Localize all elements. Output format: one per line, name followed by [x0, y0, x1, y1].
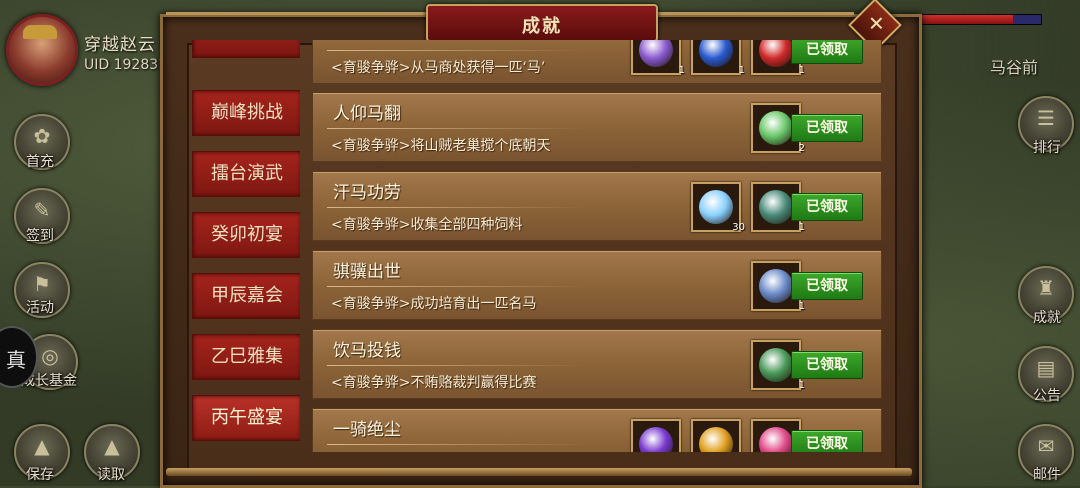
- mail-label: 邮件: [1033, 467, 1061, 483]
- panel-title: 成就: [522, 16, 562, 37]
- player-avatar[interactable]: [6, 14, 78, 86]
- tab-2[interactable]: 擂台演武: [192, 151, 300, 197]
- reward-item[interactable]: 1: [631, 40, 685, 76]
- panel-bottom-trim: [166, 468, 912, 476]
- reward-gem-icon: [759, 40, 793, 67]
- tab-3[interactable]: 癸卯初宴: [192, 212, 300, 258]
- reward-item[interactable]: [691, 419, 741, 452]
- title-divider: [327, 128, 587, 129]
- achievement-title: 骐骥出世: [333, 262, 401, 282]
- gift-icon: ✿: [33, 124, 51, 148]
- reward-item[interactable]: 30: [691, 182, 745, 233]
- reward-count: 1: [678, 65, 685, 76]
- achievement-title: 人仰马翻: [333, 104, 401, 124]
- ranking-label: 排行: [1033, 140, 1061, 156]
- tab-1[interactable]: 巅峰挑战: [192, 90, 300, 136]
- achievement-row: 骐骥出世 <育骏争骅>成功培育出一匹名马 1 已领取: [312, 250, 882, 320]
- close-icon: ✕: [868, 11, 885, 36]
- rainbow-orb-icon: [759, 111, 793, 145]
- achievement-row: <育骏争骅>从马商处获得一匹‘马’ 1 1 1 已领取: [312, 40, 882, 84]
- achievement-row: 汗马功劳 <育骏争骅>收集全部四种饲料 30 1 已领取: [312, 171, 882, 241]
- jade-coins-icon: [759, 348, 793, 382]
- first-recharge-label: 首充: [26, 154, 54, 170]
- claimed-button[interactable]: 已领取: [791, 430, 863, 452]
- armored-horse-icon: [759, 269, 793, 303]
- sign-in-label: 签到: [26, 228, 54, 244]
- claimed-button[interactable]: 已领取: [791, 114, 863, 142]
- reward-count: 30: [732, 222, 745, 233]
- reward-count: 1: [798, 65, 805, 76]
- bulletin-icon: ▤: [1036, 356, 1056, 380]
- achievement-title: 饮马投钱: [333, 341, 401, 361]
- achievement-description: <育骏争骅>成功培育出一匹名马: [331, 296, 537, 312]
- reward-item[interactable]: [631, 419, 681, 452]
- achievement-description: <育骏争骅>收集全部四种饲料: [331, 217, 523, 233]
- achievement-description: <育骏争骅>从马商处获得一匹‘马’: [331, 60, 546, 76]
- player-name: 穿越赵云: [84, 35, 156, 55]
- ice-crystal-icon: [699, 190, 733, 224]
- save-icon: ▲: [34, 434, 50, 458]
- achievement-row: 一骑绝尘已领取: [312, 408, 882, 452]
- reward-gem-icon: [759, 427, 793, 452]
- left-edge-toggle-label: 真: [6, 348, 26, 372]
- reward-gem-icon: [639, 427, 673, 452]
- achievement-description: <育骏争骅>将山贼老巢搅个底朝天: [331, 138, 551, 154]
- title-divider: [327, 207, 587, 208]
- reward-count: 1: [798, 380, 805, 391]
- title-divider: [327, 50, 587, 51]
- mail-icon: ✉: [1037, 434, 1055, 458]
- bulletin-label: 公告: [1033, 388, 1061, 404]
- reward-count: 2: [798, 143, 805, 154]
- activity-label: 活动: [26, 300, 54, 316]
- claimed-button[interactable]: 已领取: [791, 193, 863, 221]
- title-divider: [327, 286, 587, 287]
- tab-6[interactable]: 丙午盛宴: [192, 395, 300, 441]
- phoenix-icon: [759, 190, 793, 224]
- achievement-title: 一骑绝尘: [333, 420, 401, 440]
- category-tabs: 巅峰挑战擂台演武癸卯初宴甲辰嘉会乙巳雅集丙午盛宴: [192, 40, 300, 452]
- achievement-description: <育骏争骅>不贿赂裁判赢得比赛: [331, 375, 537, 391]
- load-label: 读取: [97, 467, 125, 483]
- save-label: 保存: [26, 467, 54, 483]
- location-label: 马谷前: [990, 58, 1039, 77]
- reward-count: 1: [738, 65, 745, 76]
- tab-5[interactable]: 乙巳雅集: [192, 334, 300, 380]
- title-divider: [327, 444, 587, 445]
- claimed-button[interactable]: 已领取: [791, 40, 863, 64]
- achievement-row: 人仰马翻 <育骏争骅>将山贼老巢搅个底朝天 2 已领取: [312, 92, 882, 162]
- reward-gem-icon: [699, 40, 733, 67]
- title-plate: 成就: [426, 4, 658, 42]
- claimed-button[interactable]: 已领取: [791, 272, 863, 300]
- reward-item[interactable]: 1: [691, 40, 745, 76]
- tab-4[interactable]: 甲辰嘉会: [192, 273, 300, 319]
- claimed-button[interactable]: 已领取: [791, 351, 863, 379]
- flag-icon: ⚑: [33, 272, 51, 296]
- achievement-title: 汗马功劳: [333, 183, 401, 203]
- load-icon: ▲: [104, 434, 120, 458]
- reward-count: 1: [798, 222, 805, 233]
- reward-gem-icon: [639, 40, 673, 67]
- trophy-icon: ♜: [1037, 276, 1055, 300]
- reward-gem-icon: [699, 427, 733, 452]
- achievement-label: 成就: [1033, 310, 1061, 326]
- calendar-icon: ✎: [33, 198, 51, 222]
- title-left-ornament: [166, 12, 428, 15]
- reward-count: 1: [798, 301, 805, 312]
- tab-0[interactable]: [192, 40, 300, 58]
- title-divider: [327, 365, 587, 366]
- achievement-row: 饮马投钱 <育骏争骅>不贿赂裁判赢得比赛 1 已领取: [312, 329, 882, 399]
- scroll-icon: ☰: [1037, 106, 1055, 130]
- achievement-list[interactable]: <育骏争骅>从马商处获得一匹‘马’ 1 1 1 已领取 人仰马翻 <育骏争骅>将山贼老巢搅个…: [312, 40, 884, 452]
- title-right-ornament: [654, 12, 854, 15]
